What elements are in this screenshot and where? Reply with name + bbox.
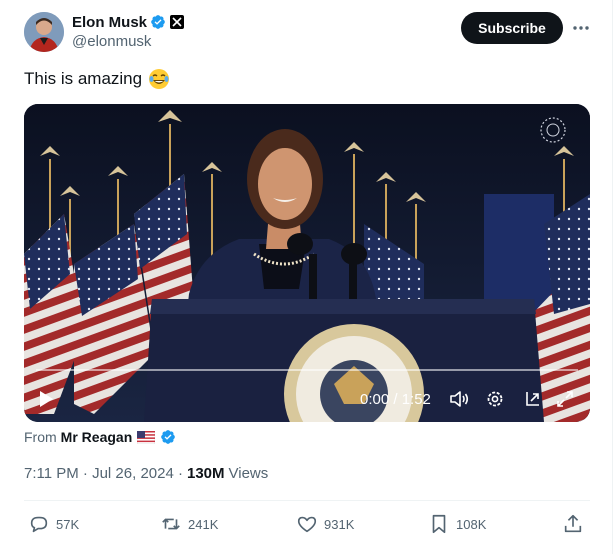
like-button[interactable]: 931K	[296, 512, 354, 536]
us-flag-icon	[137, 430, 156, 444]
repost-icon	[162, 518, 180, 530]
attribution-prefix: From	[24, 429, 57, 445]
like-count: 931K	[324, 516, 355, 532]
views-label: Views	[228, 465, 269, 482]
action-bar: 57K 241K 931K 108K	[24, 512, 590, 536]
divider	[24, 500, 590, 501]
video-frame-image	[24, 104, 590, 422]
verified-badge-icon	[161, 430, 176, 444]
bookmark-button[interactable]: 108K	[428, 512, 486, 536]
tweet-text-row: This is amazing	[24, 68, 170, 90]
heart-icon	[297, 516, 317, 533]
share-icon	[564, 514, 582, 533]
author-name[interactable]: Elon Musk	[72, 14, 147, 31]
video-progress-bar[interactable]	[36, 369, 578, 371]
bookmark-count: 108K	[456, 516, 487, 532]
settings-icon[interactable]	[484, 388, 506, 410]
avatar[interactable]	[24, 12, 64, 52]
subscribe-button[interactable]: Subscribe	[461, 12, 563, 44]
views-count: 130M	[186, 465, 225, 482]
x-affiliate-icon	[170, 15, 185, 29]
reply-count: 57K	[56, 516, 80, 532]
verified-badge-icon	[151, 15, 165, 29]
author-handle[interactable]: @elonmusk	[72, 33, 151, 50]
bookmark-icon	[432, 514, 446, 534]
reply-button[interactable]: 57K	[28, 512, 79, 536]
tweet-text: This is amazing	[24, 69, 143, 88]
attribution-source[interactable]: Mr Reagan	[61, 429, 133, 445]
tweet-meta: 7:11 PM · Jul 26, 2024 · 130M Views	[24, 465, 268, 482]
play-icon[interactable]	[36, 388, 56, 410]
more-icon[interactable]	[571, 18, 591, 38]
video-time: 0:00 / 1:52	[360, 391, 431, 408]
reply-icon	[30, 516, 48, 533]
author-name-row: Elon Musk	[72, 12, 185, 32]
tweet-card: Elon Musk @elonmusk Subscribe This is am…	[0, 0, 613, 554]
fullscreen-icon[interactable]	[554, 388, 576, 410]
video-attribution: From Mr Reagan	[24, 429, 176, 445]
video-player[interactable]: 0:00 / 1:52	[24, 104, 590, 422]
share-button[interactable]	[562, 512, 584, 536]
repost-button[interactable]: 241K	[160, 512, 218, 536]
volume-icon[interactable]	[448, 388, 470, 410]
tears-of-joy-emoji-icon	[149, 69, 170, 89]
repost-count: 241K	[188, 516, 219, 532]
tweet-datetime[interactable]: 7:11 PM · Jul 26, 2024 ·	[24, 465, 183, 482]
popout-icon[interactable]	[521, 388, 543, 410]
avatar-image	[24, 12, 64, 52]
